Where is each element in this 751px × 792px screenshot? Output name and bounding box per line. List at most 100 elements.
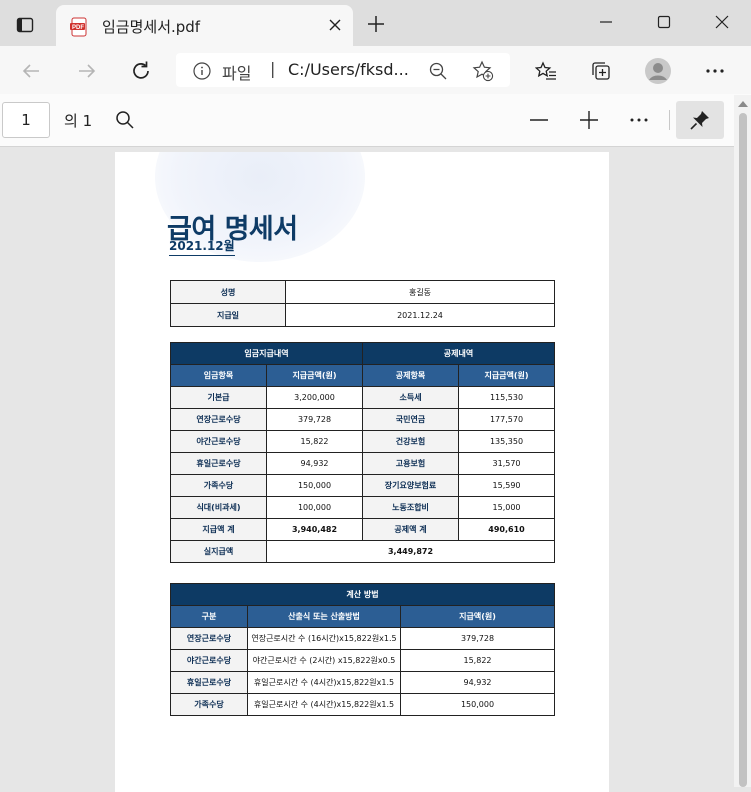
- zoom-out-button[interactable]: [525, 106, 553, 134]
- pay-item: 가족수당: [170, 474, 267, 497]
- more-tools-button[interactable]: [625, 106, 653, 134]
- table-row: 기본급 3,200,000 소득세 115,530: [170, 386, 556, 409]
- minimize-button[interactable]: [586, 8, 626, 36]
- scroll-up-arrow-icon[interactable]: [738, 101, 748, 107]
- back-arrow-icon: [22, 64, 39, 78]
- refresh-button[interactable]: [126, 56, 156, 86]
- forward-button[interactable]: [72, 56, 102, 86]
- plus-icon: [368, 16, 384, 32]
- deduction-item: 건강보험: [362, 430, 460, 453]
- maximize-button[interactable]: [644, 8, 684, 36]
- table-row: 임금지급내역 공제내역: [169, 342, 556, 365]
- collections-icon: [592, 62, 610, 80]
- table-row: 가족수당 150,000 장기요양보험료 15,590: [170, 474, 556, 497]
- column-header: 지급액(원): [400, 605, 555, 628]
- more-dots-icon: [630, 118, 648, 122]
- column-header: 지급금액(원): [265, 364, 364, 387]
- pay-amount: 150,000: [265, 474, 364, 497]
- close-icon: [715, 15, 729, 29]
- pay-amount: 3,200,000: [265, 386, 364, 409]
- close-icon: [329, 19, 341, 31]
- tab-actions-button[interactable]: [10, 10, 40, 40]
- info-label: 지급일: [170, 303, 286, 327]
- collections-button[interactable]: [586, 56, 616, 86]
- calc-item: 가족수당: [170, 693, 248, 716]
- info-value: 홍길동: [285, 280, 555, 304]
- add-favorite-icon[interactable]: [472, 60, 494, 86]
- column-header: 산출식 또는 산출방법: [247, 605, 401, 628]
- zoom-in-button[interactable]: [575, 106, 603, 134]
- table-row: 연장근로수당 연장근로시간 수 (16시간)x15,822원x1.5 379,7…: [170, 627, 555, 650]
- page-number-input[interactable]: 1: [2, 102, 50, 138]
- deduction-total-label: 공제액 계: [362, 518, 460, 541]
- new-tab-button[interactable]: [364, 12, 388, 36]
- address-separator: |: [270, 59, 276, 78]
- calc-item: 연장근로수당: [170, 627, 248, 650]
- pdf-file-icon: PDF: [69, 17, 89, 41]
- table-row: 임금항목 지급금액(원) 공제항목 지급금액(원): [170, 364, 556, 387]
- toolbar-divider: [669, 110, 670, 130]
- deduction-amount: 15,590: [458, 474, 556, 497]
- pin-icon: [690, 111, 709, 130]
- calc-formula: 휴일근로시간 수 (4시간)x15,822원x1.5: [247, 671, 401, 694]
- plus-icon: [580, 111, 598, 129]
- favorites-button[interactable]: [531, 56, 561, 86]
- pay-total-label: 지급액 계: [170, 518, 267, 541]
- minimize-icon: [600, 21, 612, 23]
- favorites-star-icon: [535, 61, 556, 80]
- deduction-header: 공제내역: [362, 342, 556, 365]
- pdf-viewer: 급여 명세서 2021.12월 성명 홍길동 지급일 2021.12.24 임금…: [0, 147, 734, 792]
- refresh-icon: [133, 61, 149, 79]
- deduction-total-value: 490,610: [458, 518, 556, 541]
- pay-header: 임금지급내역: [169, 342, 364, 365]
- info-table: 성명 홍길동 지급일 2021.12.24: [170, 280, 555, 327]
- column-header: 구분: [170, 605, 248, 628]
- table-row: 야간근로수당 야간근로시간 수 (2시간) x15,822원x0.5 15,82…: [170, 649, 555, 672]
- column-header: 공제항목: [362, 364, 460, 387]
- tab-close-button[interactable]: [325, 15, 345, 35]
- calc-formula: 야간근로시간 수 (2시간) x15,822원x0.5: [247, 649, 401, 672]
- find-button[interactable]: [111, 106, 139, 134]
- deduction-amount: 31,570: [458, 452, 556, 475]
- info-value: 2021.12.24: [285, 303, 555, 327]
- address-bar: 파일 | C:/Users/fksd...: [0, 46, 751, 94]
- pdf-page: 급여 명세서 2021.12월 성명 홍길동 지급일 2021.12.24 임금…: [115, 152, 609, 792]
- svg-text:PDF: PDF: [72, 25, 84, 31]
- table-row: 휴일근로수당 휴일근로시간 수 (4시간)x15,822원x1.5 94,932: [170, 671, 555, 694]
- net-pay-value: 3,449,872: [265, 540, 556, 563]
- scrollbar-thumb[interactable]: [739, 113, 747, 787]
- back-button[interactable]: [16, 56, 46, 86]
- table-row: 계산 방법: [170, 583, 555, 606]
- zoom-out-icon[interactable]: [429, 62, 447, 84]
- calc-amount: 379,728: [400, 627, 555, 650]
- tab-actions-icon: [16, 17, 34, 33]
- table-row: 구분 산출식 또는 산출방법 지급액(원): [170, 605, 555, 628]
- info-icon[interactable]: [193, 62, 211, 84]
- search-icon: [116, 111, 134, 129]
- avatar-icon: [645, 58, 671, 84]
- deduction-amount: 177,570: [458, 408, 556, 431]
- more-dots-icon: [706, 69, 724, 73]
- calc-formula: 휴일근로시간 수 (4시간)x15,822원x1.5: [247, 693, 401, 716]
- table-row: 지급액 계 3,940,482 공제액 계 490,610: [170, 518, 556, 541]
- profile-button[interactable]: [643, 56, 673, 86]
- settings-more-button[interactable]: [700, 56, 730, 86]
- close-window-button[interactable]: [702, 8, 742, 36]
- tab-active[interactable]: PDF 임금명세서.pdf: [56, 5, 353, 46]
- pay-table: 임금지급내역 공제내역 임금항목 지급금액(원) 공제항목 지급금액(원) 기본…: [169, 342, 556, 563]
- deduction-item: 노동조합비: [362, 496, 460, 519]
- table-row: 실지급액 3,449,872: [170, 540, 556, 563]
- address-field[interactable]: 파일 | C:/Users/fksd...: [176, 53, 510, 87]
- pin-toolbar-button[interactable]: [676, 101, 724, 139]
- minus-icon: [530, 119, 548, 121]
- deduction-amount: 115,530: [458, 386, 556, 409]
- pay-amount: 94,932: [265, 452, 364, 475]
- vertical-scrollbar[interactable]: [734, 95, 751, 787]
- pay-amount: 379,728: [265, 408, 364, 431]
- table-row: 야간근로수당 15,822 건강보험 135,350: [170, 430, 556, 453]
- calculation-table: 계산 방법 구분 산출식 또는 산출방법 지급액(원) 연장근로수당 연장근로시…: [170, 583, 555, 716]
- deduction-amount: 135,350: [458, 430, 556, 453]
- deduction-item: 소득세: [362, 386, 460, 409]
- column-header: 지급금액(원): [458, 364, 556, 387]
- table-row: 연장근로수당 379,728 국민연금 177,570: [170, 408, 556, 431]
